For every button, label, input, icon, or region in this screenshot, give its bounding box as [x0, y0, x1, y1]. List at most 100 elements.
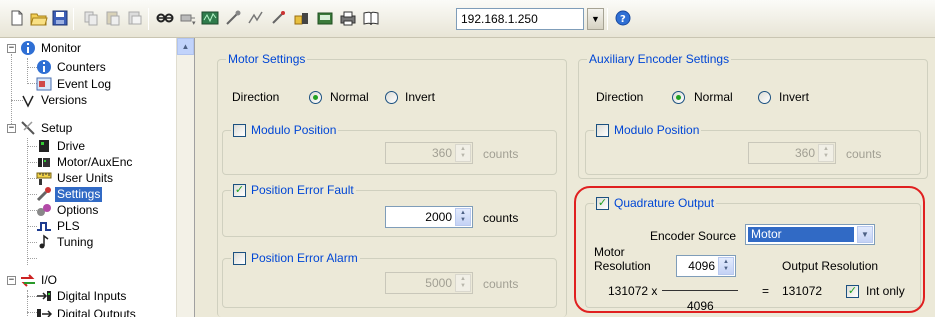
tree-item-digital-outputs[interactable]: Digital Outputs: [36, 306, 138, 317]
digital-input-icon: [36, 288, 52, 304]
tree-item-versions[interactable]: Versions: [20, 92, 89, 108]
motor-modulo-unit: counts: [483, 147, 519, 161]
aux-modulo-unit: counts: [846, 147, 882, 161]
tree-item-options[interactable]: Options: [36, 202, 100, 218]
aux-modulo-spinner[interactable]: 360 ▲ ▼: [748, 142, 836, 164]
position-error-fault-unit: counts: [483, 211, 519, 225]
ip-address-combo[interactable]: 192.168.1.250: [456, 8, 584, 30]
tree-item-user-units[interactable]: User Units: [36, 170, 115, 186]
help-icon[interactable]: ?: [612, 7, 634, 29]
tune-icon[interactable]: [222, 7, 244, 29]
wrench-icon: [36, 186, 52, 202]
scope-icon[interactable]: [199, 7, 221, 29]
tree-item-pls[interactable]: PLS: [36, 218, 82, 234]
tree-item-drive[interactable]: Drive: [36, 138, 87, 154]
tree-item-digital-inputs[interactable]: Digital Inputs: [36, 288, 128, 304]
motion-icon[interactable]: [245, 7, 267, 29]
position-error-alarm-spinner[interactable]: 5000 ▲ ▼: [385, 272, 473, 294]
main-toolbar: ▾ 192.168.1.250 ▼ ?: [0, 0, 935, 38]
tree-item-motor-auxenc[interactable]: Motor/AuxEnc: [36, 154, 134, 170]
setup-icon: [20, 120, 36, 136]
digital-output-icon: [36, 306, 52, 317]
paste-special-icon[interactable]: [124, 7, 146, 29]
drive-icon: [36, 138, 52, 154]
aux-direction-label: Direction: [596, 90, 644, 104]
tree-item-io[interactable]: I/O: [20, 272, 59, 288]
info-icon: [36, 59, 52, 75]
highlight-ring: [574, 186, 925, 313]
spinner-buttons[interactable]: ▲ ▼: [455, 144, 471, 162]
tree-item-event-log[interactable]: Event Log: [36, 76, 113, 92]
position-error-alarm-unit: counts: [483, 277, 519, 291]
ruler-icon: [36, 170, 52, 186]
scroll-up-button[interactable]: ▲: [177, 38, 194, 55]
svg-text:▾: ▾: [192, 20, 196, 26]
event-log-icon: [36, 76, 52, 92]
ip-dropdown-button[interactable]: ▼: [587, 8, 604, 30]
chevron-up-icon: ▲: [181, 42, 190, 51]
chevron-down-icon: ▼: [591, 14, 600, 24]
aux-direction-normal-radio[interactable]: [672, 91, 685, 104]
expand-setup-toggle[interactable]: −: [7, 124, 16, 133]
manual-icon[interactable]: [360, 7, 382, 29]
aux-encoder-settings-title: Auxiliary Encoder Settings: [587, 52, 732, 66]
spinner-buttons[interactable]: ▲ ▼: [455, 274, 471, 292]
spinner-buttons[interactable]: ▲ ▼: [455, 208, 471, 226]
paste-icon[interactable]: [102, 7, 124, 29]
download-icon[interactable]: [291, 7, 313, 29]
motor-direction-invert-radio[interactable]: [385, 91, 398, 104]
expand-io-toggle[interactable]: −: [7, 276, 16, 285]
aux-direction-normal-label[interactable]: Normal: [694, 90, 733, 104]
new-icon[interactable]: [6, 7, 28, 29]
probe-icon[interactable]: [268, 7, 290, 29]
motor-modulo-label[interactable]: Modulo Position: [251, 123, 336, 137]
chevron-up-icon: ▲: [460, 146, 466, 152]
chevron-down-icon: ▼: [460, 217, 466, 223]
tree-item-monitor[interactable]: Monitor: [20, 40, 83, 56]
chevron-up-icon: ▲: [460, 210, 466, 216]
motor-modulo-spinner[interactable]: 360 ▲ ▼: [385, 142, 473, 164]
chevron-down-icon: ▼: [460, 283, 466, 289]
navigation-tree: − − − Monitor Counters Event Log Version…: [0, 38, 195, 317]
svg-text:?: ?: [620, 14, 626, 25]
position-error-fault-checkbox[interactable]: ✓: [233, 183, 246, 197]
print-icon[interactable]: [337, 7, 359, 29]
tree-item-counters[interactable]: Counters: [36, 59, 108, 75]
position-error-fault-spinner[interactable]: 2000 ▲ ▼: [385, 206, 473, 228]
chevron-down-icon: ▼: [460, 153, 466, 159]
chevron-up-icon: ▲: [823, 146, 829, 152]
position-error-fault-label[interactable]: Position Error Fault: [251, 183, 354, 197]
connect-icon[interactable]: [154, 7, 176, 29]
motor-direction-normal-radio[interactable]: [309, 91, 322, 104]
motor-direction-invert-label[interactable]: Invert: [405, 90, 435, 104]
io-icon: [20, 272, 36, 288]
note-icon: [36, 234, 52, 250]
motor-icon: [36, 154, 52, 170]
motor-modulo-checkbox[interactable]: [233, 123, 246, 137]
aux-direction-invert-label[interactable]: Invert: [779, 90, 809, 104]
motor-direction-normal-label[interactable]: Normal: [330, 90, 369, 104]
tree-item-tuning[interactable]: Tuning: [36, 234, 95, 250]
chevron-up-icon: ▲: [460, 276, 466, 282]
disconnect-icon[interactable]: ▾: [176, 7, 198, 29]
motor-direction-label: Direction: [232, 90, 280, 104]
pulse-icon: [36, 218, 52, 234]
options-icon: [36, 202, 52, 218]
aux-modulo-checkbox[interactable]: [596, 123, 609, 137]
open-icon[interactable]: [28, 7, 50, 29]
tree-item-settings[interactable]: Settings: [36, 186, 103, 202]
position-error-alarm-checkbox[interactable]: [233, 251, 246, 265]
aux-modulo-label[interactable]: Modulo Position: [614, 123, 699, 137]
chevron-down-icon: ▼: [823, 153, 829, 159]
tree-item-setup[interactable]: Setup: [20, 120, 74, 136]
spinner-buttons[interactable]: ▲ ▼: [818, 144, 834, 162]
position-error-alarm-label[interactable]: Position Error Alarm: [251, 251, 358, 265]
aux-direction-invert-radio[interactable]: [758, 91, 771, 104]
motor-settings-title: Motor Settings: [226, 52, 308, 66]
tree-scrollbar[interactable]: ▲: [176, 38, 194, 317]
copy-icon[interactable]: [80, 7, 102, 29]
expand-monitor-toggle[interactable]: −: [7, 44, 16, 53]
upload-icon[interactable]: [314, 7, 336, 29]
save-icon[interactable]: [49, 7, 71, 29]
info-icon: [20, 40, 36, 56]
